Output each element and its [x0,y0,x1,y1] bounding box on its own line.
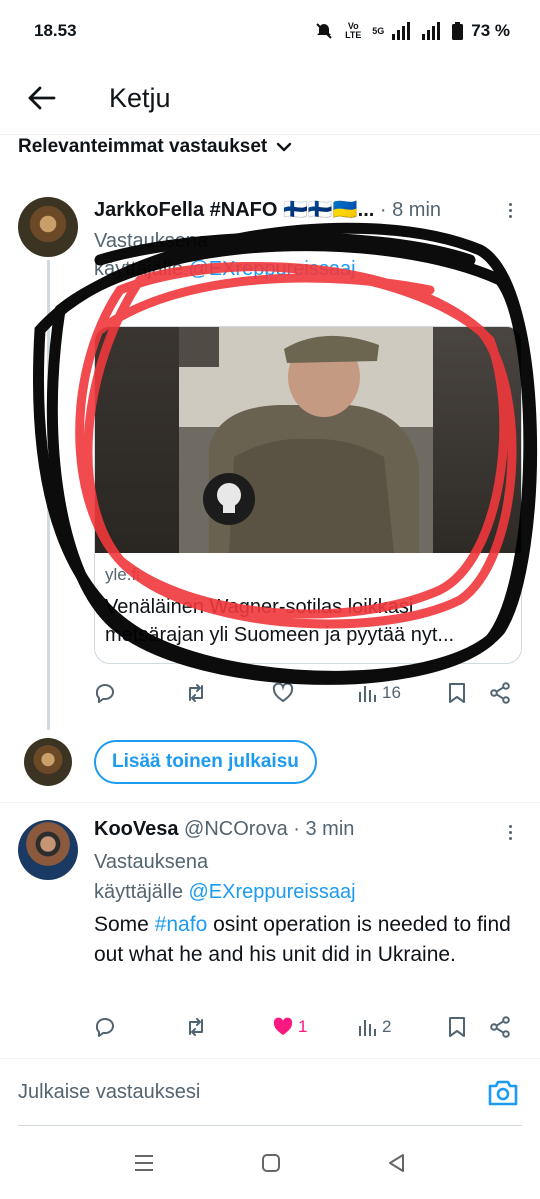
tweet-time: · 3 min [293,818,355,840]
home-square-icon [262,1154,280,1172]
repost-button[interactable] [184,1016,208,1038]
heart-filled-icon [273,1017,293,1035]
avatar[interactable] [18,820,78,880]
reply-prefix: Vastauksena [94,851,209,873]
tweet-koovesa[interactable]: KooVesa @NCOrova · 3 min Vastauksena käy… [0,0,540,1055]
recent-apps-button[interactable] [133,1153,155,1178]
like-button[interactable]: 1 [272,1017,307,1037]
bookmark-button[interactable] [448,1016,466,1038]
share-icon [490,1016,510,1038]
action-bar: 1 2 [94,1012,524,1042]
reply-context: Vastauksena käyttäjälle @EXreppureissaaj [94,847,356,907]
reply-button[interactable] [94,1016,116,1038]
reply-input[interactable]: Julkaise vastauksesi [18,1081,200,1104]
system-nav-bar [0,1132,540,1199]
reply-prefix-2: käyttäjälle [94,881,189,903]
camera-button[interactable] [487,1079,519,1112]
display-name[interactable]: KooVesa [94,818,178,840]
share-button[interactable] [489,1016,511,1038]
input-underline [18,1125,522,1126]
bookmark-icon [449,1017,465,1037]
likes-count: 1 [298,1017,308,1036]
reply-to-link[interactable]: @EXreppureissaaj [189,881,356,903]
menu-lines-icon [135,1155,153,1171]
back-nav-button[interactable] [387,1153,407,1178]
hashtag-link[interactable]: #nafo [155,913,208,936]
tweet-text: Some #nafo osint operation is needed to … [94,910,524,970]
views-button[interactable]: 2 [358,1017,391,1037]
more-options-icon[interactable] [500,820,520,844]
handle[interactable]: @NCOrova [184,818,288,840]
repost-icon [189,1018,203,1036]
reply-icon [95,1018,114,1037]
views-icon [359,1020,376,1036]
triangle-back-icon [389,1154,404,1172]
views-count: 2 [382,1017,392,1036]
camera-icon [488,1080,518,1106]
home-button[interactable] [261,1153,281,1178]
tweet-header: KooVesa @NCOrova · 3 min [94,818,354,841]
reply-composer: Julkaise vastauksesi [0,1058,540,1128]
text-before: Some [94,913,155,936]
